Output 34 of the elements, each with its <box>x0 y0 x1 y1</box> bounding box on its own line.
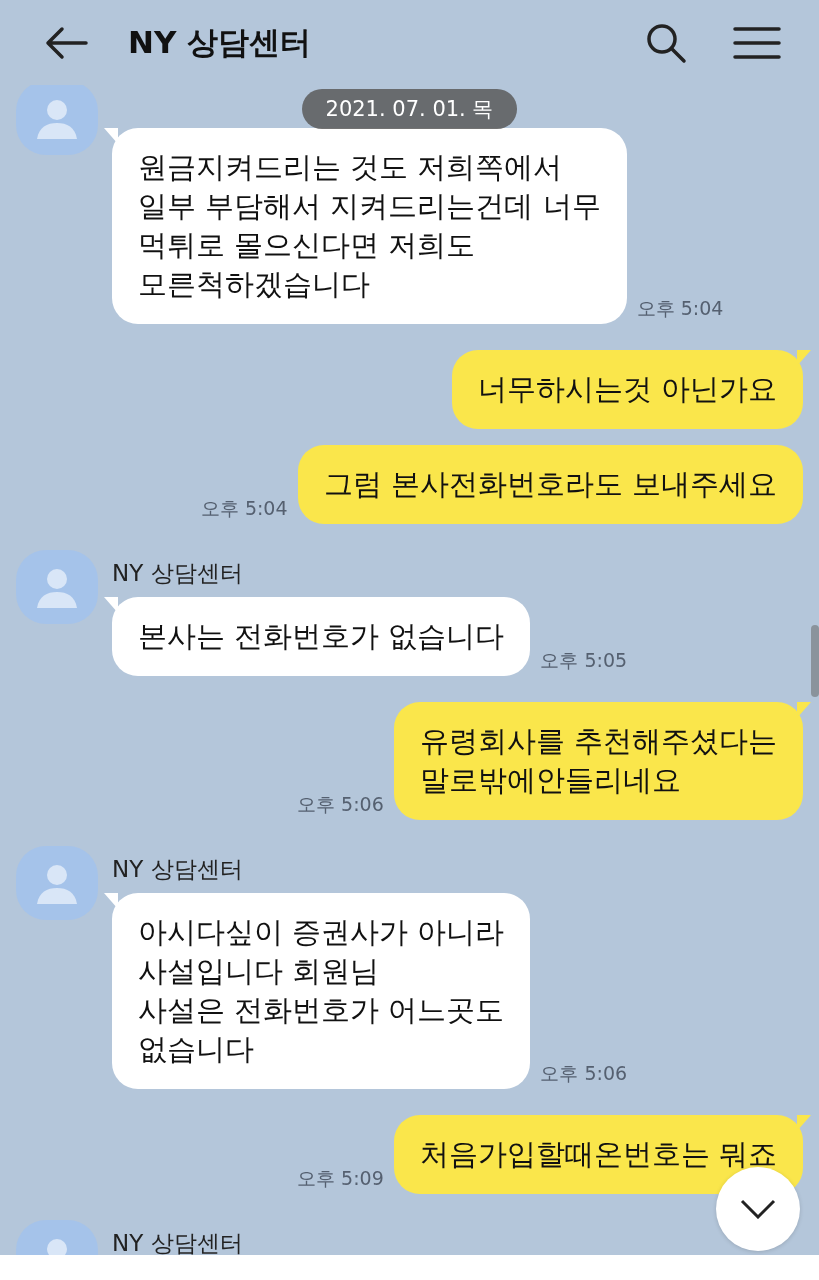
message-bubble: 그럼 본사전화번호라도 보내주세요 <box>297 445 803 524</box>
bubble-tail <box>797 1115 811 1131</box>
sender-name: NY 상담센터 <box>112 1229 243 1255</box>
message-bubble: 너무하시는것 아닌가요 <box>451 350 803 429</box>
message-bubble: 유령회사를 추천해주셨다는 말로밖에안들리네요 <box>393 702 803 820</box>
sender-name: NY 상담센터 <box>112 855 244 884</box>
chevron-down-icon <box>740 1199 776 1219</box>
avatar-icon[interactable] <box>16 85 98 155</box>
bubble-tail <box>104 893 118 909</box>
menu-icon[interactable] <box>733 25 781 60</box>
message-bubble: 아시다싶이 증권사가 아니라 사설입니다 회원님 사설은 전화번호가 어느곳도 없습니다 <box>112 893 531 1089</box>
bubble-tail <box>797 350 811 366</box>
scroll-down-button[interactable] <box>716 1167 800 1251</box>
message-time: 오후 5:04 <box>200 496 288 521</box>
back-icon[interactable] <box>44 25 88 60</box>
bubble-tail <box>104 597 118 613</box>
chat-title: NY 상담센터 <box>128 22 313 62</box>
bubble-tail <box>104 128 118 144</box>
input-bar[interactable] <box>0 1255 819 1280</box>
message-bubble: 원금지켜드리는 것도 저희쪽에서 일부 부담해서 지켜드리는건데 너무 먹튀로 몰으신다면 저희도 모른척하겠습니다 <box>112 128 627 324</box>
date-pill: 2021. 07. 01. 목 <box>301 89 518 129</box>
message-time: 오후 5:06 <box>540 1061 628 1086</box>
scrollbar[interactable] <box>811 625 819 697</box>
message-bubble: 처음가입할때온번호는 뭐죠 <box>393 1115 803 1194</box>
avatar-icon[interactable] <box>16 550 98 624</box>
message-time: 오후 5:04 <box>636 296 724 321</box>
message-time: 오후 5:05 <box>540 648 628 673</box>
message-time: 오후 5:06 <box>297 792 384 817</box>
bubble-tail <box>797 702 811 718</box>
message-time: 오후 5:09 <box>297 1166 384 1191</box>
search-icon[interactable] <box>645 21 687 64</box>
message-bubble: 본사는 전화번호가 없습니다 <box>112 597 531 676</box>
avatar-icon[interactable] <box>16 846 98 920</box>
sender-name: NY 상담센터 <box>112 559 244 588</box>
